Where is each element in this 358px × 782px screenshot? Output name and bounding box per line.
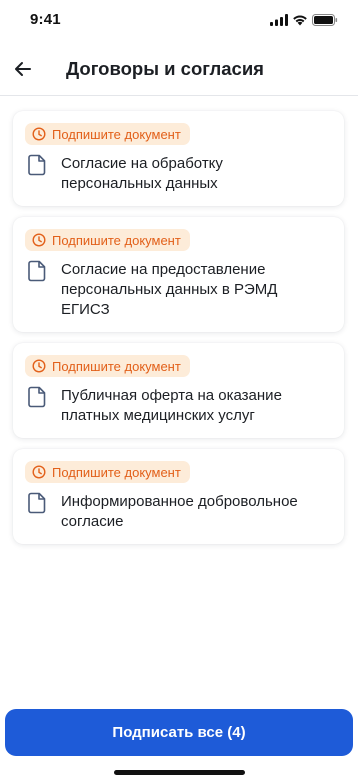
status-badge: Подпишите документ	[25, 461, 190, 483]
clock-icon	[32, 233, 46, 247]
header-divider	[0, 95, 358, 96]
document-row: Согласие на обработку персональных данны…	[25, 154, 332, 194]
document-title: Согласие на предоставление персональных …	[61, 261, 278, 318]
document-list: Подпишите документ Согласие на обработку…	[13, 111, 344, 555]
wifi-icon	[292, 13, 308, 31]
status-badge: Подпишите документ	[25, 355, 190, 377]
document-card[interactable]: Подпишите документ Информированное добро…	[13, 449, 344, 544]
status-badge: Подпишите документ	[25, 229, 190, 251]
cellular-signal-icon	[270, 13, 288, 31]
battery-icon	[312, 13, 338, 31]
status-badge-label: Подпишите документ	[52, 126, 181, 142]
document-icon	[28, 154, 46, 176]
document-card[interactable]: Подпишите документ Согласие на обработку…	[13, 111, 344, 206]
document-title: Согласие на обработку персональных данны…	[61, 155, 223, 192]
document-title: Информированное добровольное согласие	[61, 493, 298, 530]
document-icon	[28, 492, 46, 514]
sign-all-button[interactable]: Подписать все (4)	[5, 709, 353, 756]
clock-icon	[32, 359, 46, 373]
status-badge-label: Подпишите документ	[52, 464, 181, 480]
document-row: Публичная оферта на оказание платных мед…	[25, 386, 332, 426]
status-bar: 9:41	[0, 0, 358, 40]
status-badge-label: Подпишите документ	[52, 358, 181, 374]
status-badge-label: Подпишите документ	[52, 232, 181, 248]
back-button[interactable]	[10, 56, 36, 82]
document-title: Публичная оферта на оказание платных мед…	[61, 387, 282, 424]
status-time: 9:41	[30, 11, 61, 28]
arrow-left-icon	[15, 62, 31, 76]
page-title: Договоры и согласия	[66, 58, 264, 79]
clock-icon	[32, 465, 46, 479]
document-row: Согласие на предоставление персональных …	[25, 260, 332, 320]
document-row: Информированное добровольное согласие	[25, 492, 332, 532]
status-icons	[270, 13, 338, 31]
document-card[interactable]: Подпишите документ Согласие на предостав…	[13, 217, 344, 332]
clock-icon	[32, 127, 46, 141]
document-card[interactable]: Подпишите документ Публичная оферта на о…	[13, 343, 344, 438]
header: Договоры и согласия	[0, 44, 358, 94]
document-icon	[28, 386, 46, 408]
status-badge: Подпишите документ	[25, 123, 190, 145]
document-icon	[28, 260, 46, 282]
home-indicator	[114, 770, 245, 775]
